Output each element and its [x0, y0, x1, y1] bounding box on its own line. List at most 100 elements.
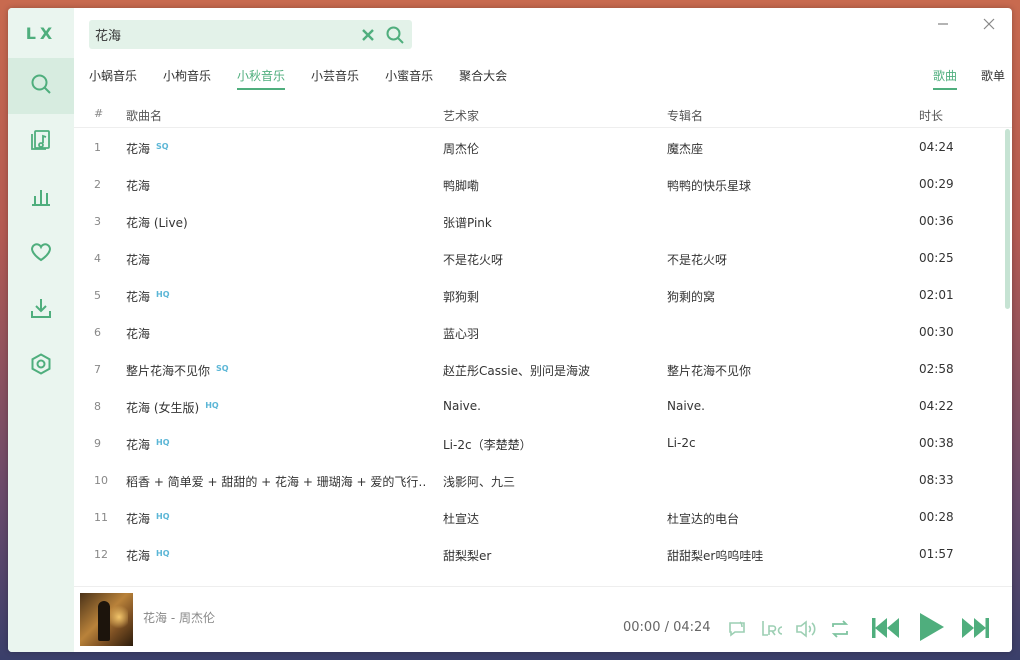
song-duration: 08:33: [919, 473, 954, 487]
album-cover[interactable]: [80, 593, 133, 646]
table-row[interactable]: 1 花海 SQ 周杰伦 魔杰座 04:24: [74, 129, 1004, 166]
song-artist[interactable]: 张谱Pink: [443, 214, 653, 231]
cover-figure: [98, 601, 110, 641]
song-artist[interactable]: 赵芷彤Cassie、别问是海波: [443, 362, 653, 379]
song-title: 花海: [126, 290, 151, 304]
row-num: 1: [94, 141, 101, 154]
song-album[interactable]: 狗剩的窝: [667, 288, 897, 305]
settings-icon: [29, 352, 53, 380]
table-row[interactable]: 12 花海 HQ 甜梨梨er 甜甜梨er呜呜哇哇 01:57: [74, 536, 1004, 573]
song-name: 花海: [126, 251, 426, 268]
song-duration: 02:01: [919, 288, 954, 302]
song-artist[interactable]: 周杰伦: [443, 140, 653, 157]
scrollbar[interactable]: [1005, 129, 1010, 309]
song-artist[interactable]: 甜梨梨er: [443, 547, 653, 564]
table-row[interactable]: 5 花海 HQ 郭狗剩 狗剩的窝 02:01: [74, 277, 1004, 314]
song-list: 1 花海 SQ 周杰伦 魔杰座 04:24 2 花海 鸭脚嘞 鸭鸭的快乐星球 00:29 3 花海 (L…: [74, 129, 1004, 584]
song-artist[interactable]: 杜宣达: [443, 510, 653, 527]
sidebar-item-favorites[interactable]: [8, 226, 74, 282]
table-row[interactable]: 4 花海 不是花火呀 不是花火呀 00:25: [74, 240, 1004, 277]
song-title: 花海 (Live): [126, 216, 188, 230]
row-num: 2: [94, 178, 101, 191]
song-album[interactable]: 整片花海不见你: [667, 362, 897, 379]
tab-source-4[interactable]: 小芸音乐: [311, 68, 359, 90]
song-artist[interactable]: 郭狗剩: [443, 288, 653, 305]
header-artist: 艺术家: [443, 109, 480, 123]
song-artist[interactable]: Li-2c（李楚楚）: [443, 436, 653, 453]
table-row[interactable]: 6 花海 蓝心羽 00:30: [74, 314, 1004, 351]
song-title: 花海: [126, 438, 151, 452]
clear-icon[interactable]: [359, 26, 377, 44]
play-icon[interactable]: [917, 611, 945, 643]
minimize-icon[interactable]: [935, 16, 951, 32]
repeat-icon[interactable]: [829, 618, 851, 640]
table-row[interactable]: 10 稻香 + 简单爱 + 甜甜的 + 花海 + 珊瑚海 + 爱的飞行… 浅影阿、九…: [74, 462, 1004, 499]
song-name: 花海 HQ: [126, 547, 426, 564]
song-title: 花海: [126, 549, 151, 563]
tab-source-3[interactable]: 小秋音乐: [237, 68, 286, 90]
table-row[interactable]: 9 花海 HQ Li-2c（李楚楚） Li-2c 00:38: [74, 425, 1004, 462]
sidebar-item-settings[interactable]: [8, 338, 74, 394]
lyrics-icon[interactable]: [760, 618, 784, 640]
sidebar-item-download[interactable]: [8, 282, 74, 338]
song-album[interactable]: Li-2c: [667, 436, 897, 450]
table-row[interactable]: 8 花海 (女生版) HQ Naive. Naive. 04:22: [74, 388, 1004, 425]
source-tabs: 小蜗音乐 小枸音乐 小秋音乐 小芸音乐 小蜜音乐 聚合大会: [89, 68, 533, 90]
quality-badge: HQ: [205, 401, 219, 410]
row-num: 5: [94, 289, 101, 302]
player-bar: 花海 - 周杰伦 00:00 / 04:24: [74, 586, 1012, 652]
type-tabs: 歌曲 歌单: [909, 68, 1005, 90]
table-row[interactable]: 11 花海 HQ 杜宣达 杜宣达的电台 00:28: [74, 499, 1004, 536]
song-duration: 00:29: [919, 177, 954, 191]
song-artist[interactable]: 鸭脚嘞: [443, 177, 653, 194]
song-artist[interactable]: 不是花火呀: [443, 251, 653, 268]
song-title: 花海: [126, 327, 151, 341]
search-input[interactable]: [95, 20, 355, 49]
song-artist[interactable]: 蓝心羽: [443, 325, 653, 342]
song-artist[interactable]: 浅影阿、九三: [443, 473, 653, 490]
song-album[interactable]: 鸭鸭的快乐星球: [667, 177, 897, 194]
table-row[interactable]: 3 花海 (Live) 张谱Pink 00:36: [74, 203, 1004, 240]
song-artist[interactable]: Naive.: [443, 399, 653, 413]
sidebar-item-song-list[interactable]: [8, 114, 74, 170]
song-title: 稻香 + 简单爱 + 甜甜的 + 花海 + 珊瑚海 + 爱的飞行…: [126, 475, 426, 489]
tab-playlists[interactable]: 歌单: [981, 68, 1005, 90]
next-icon[interactable]: [961, 614, 991, 642]
bar-chart-icon: [29, 184, 53, 212]
song-title: 花海 (女生版): [126, 401, 200, 415]
tab-songs[interactable]: 歌曲: [932, 68, 957, 90]
song-title: 花海: [126, 179, 151, 193]
song-title: 花海: [126, 512, 151, 526]
tab-source-2[interactable]: 小枸音乐: [163, 68, 211, 90]
table-row[interactable]: 7 整片花海不见你 SQ 赵芷彤Cassie、别问是海波 整片花海不见你 02:58: [74, 351, 1004, 388]
search-button-icon[interactable]: [385, 25, 405, 45]
app-logo: LX: [25, 24, 57, 43]
song-album[interactable]: 魔杰座: [667, 140, 897, 157]
song-album[interactable]: 甜甜梨er呜呜哇哇: [667, 547, 897, 564]
sidebar-item-leaderboard[interactable]: [8, 170, 74, 226]
now-playing-title[interactable]: 花海 - 周杰伦: [143, 609, 215, 626]
row-num: 7: [94, 363, 101, 376]
song-album[interactable]: 杜宣达的电台: [667, 510, 897, 527]
tab-source-6[interactable]: 聚合大会: [459, 68, 507, 90]
previous-icon[interactable]: [870, 614, 900, 642]
table-row[interactable]: 2 花海 鸭脚嘞 鸭鸭的快乐星球 00:29: [74, 166, 1004, 203]
song-duration: 04:24: [919, 140, 954, 154]
tab-source-5[interactable]: 小蜜音乐: [385, 68, 433, 90]
song-duration: 00:28: [919, 510, 954, 524]
sidebar-item-search[interactable]: [8, 58, 74, 114]
main-panel: 小蜗音乐 小枸音乐 小秋音乐 小芸音乐 小蜜音乐 聚合大会 歌曲 歌单 # 歌曲…: [74, 8, 1012, 652]
row-num: 3: [94, 215, 101, 228]
comment-icon[interactable]: [726, 618, 748, 640]
search-bar: [89, 20, 412, 49]
song-album[interactable]: Naive.: [667, 399, 897, 413]
song-album[interactable]: 不是花火呀: [667, 251, 897, 268]
volume-icon[interactable]: [794, 618, 818, 640]
download-icon: [29, 296, 53, 324]
song-name: 花海 HQ: [126, 510, 426, 527]
close-icon[interactable]: [981, 16, 997, 32]
song-name: 稻香 + 简单爱 + 甜甜的 + 花海 + 珊瑚海 + 爱的飞行…: [126, 473, 426, 490]
song-name: 花海 HQ: [126, 288, 426, 305]
tab-source-1[interactable]: 小蜗音乐: [89, 68, 137, 90]
search-icon: [29, 72, 53, 100]
